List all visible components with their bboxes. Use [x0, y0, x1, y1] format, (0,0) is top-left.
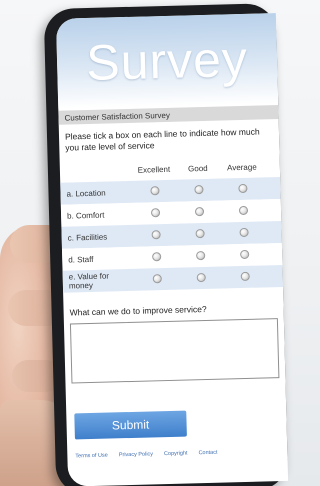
hero-banner: Survey: [55, 13, 279, 109]
radio-average[interactable]: [238, 205, 248, 215]
row-label: e. Value for money: [68, 271, 110, 291]
radio-good[interactable]: [193, 184, 204, 194]
row-label: b. Comfort: [66, 210, 105, 221]
radio-excellent[interactable]: [152, 273, 162, 283]
column-header: Excellent: [137, 164, 171, 175]
row-label: a. Location: [66, 188, 106, 199]
radio-good[interactable]: [194, 206, 204, 216]
radio-good[interactable]: [194, 228, 205, 238]
contact-link[interactable]: Contact: [198, 450, 217, 456]
privacy-link[interactable]: Privacy Policy: [119, 451, 153, 458]
radio-average[interactable]: [240, 271, 250, 281]
terms-link[interactable]: Terms of Use: [75, 453, 108, 460]
column-header: Average: [226, 162, 257, 172]
radio-good[interactable]: [196, 272, 206, 282]
phone-screen: Survey Customer Satisfaction Survey Plea…: [55, 13, 289, 486]
radio-average[interactable]: [237, 183, 248, 193]
feedback-textarea[interactable]: [69, 318, 280, 384]
column-header: Good: [187, 163, 208, 173]
radio-average[interactable]: [238, 227, 249, 237]
page-title: Survey: [85, 30, 249, 92]
copyright-link[interactable]: Copyright: [164, 451, 188, 458]
submit-button[interactable]: Submit: [74, 410, 187, 440]
radio-excellent[interactable]: [149, 185, 160, 195]
instruction-text: Please tick a box on each line to indica…: [64, 126, 260, 153]
radio-excellent[interactable]: [150, 207, 160, 217]
radio-excellent[interactable]: [150, 229, 161, 239]
row-label: c. Facilities: [67, 232, 108, 243]
row-label: d. Staff: [68, 254, 94, 265]
radio-excellent[interactable]: [151, 251, 161, 261]
phone-frame: Survey Customer Satisfaction Survey Plea…: [43, 3, 289, 486]
rating-table: Excellent Good Average a. Location b. Co…: [60, 155, 284, 293]
radio-average[interactable]: [239, 249, 249, 259]
radio-good[interactable]: [195, 250, 205, 260]
header-spacer: [60, 170, 132, 172]
